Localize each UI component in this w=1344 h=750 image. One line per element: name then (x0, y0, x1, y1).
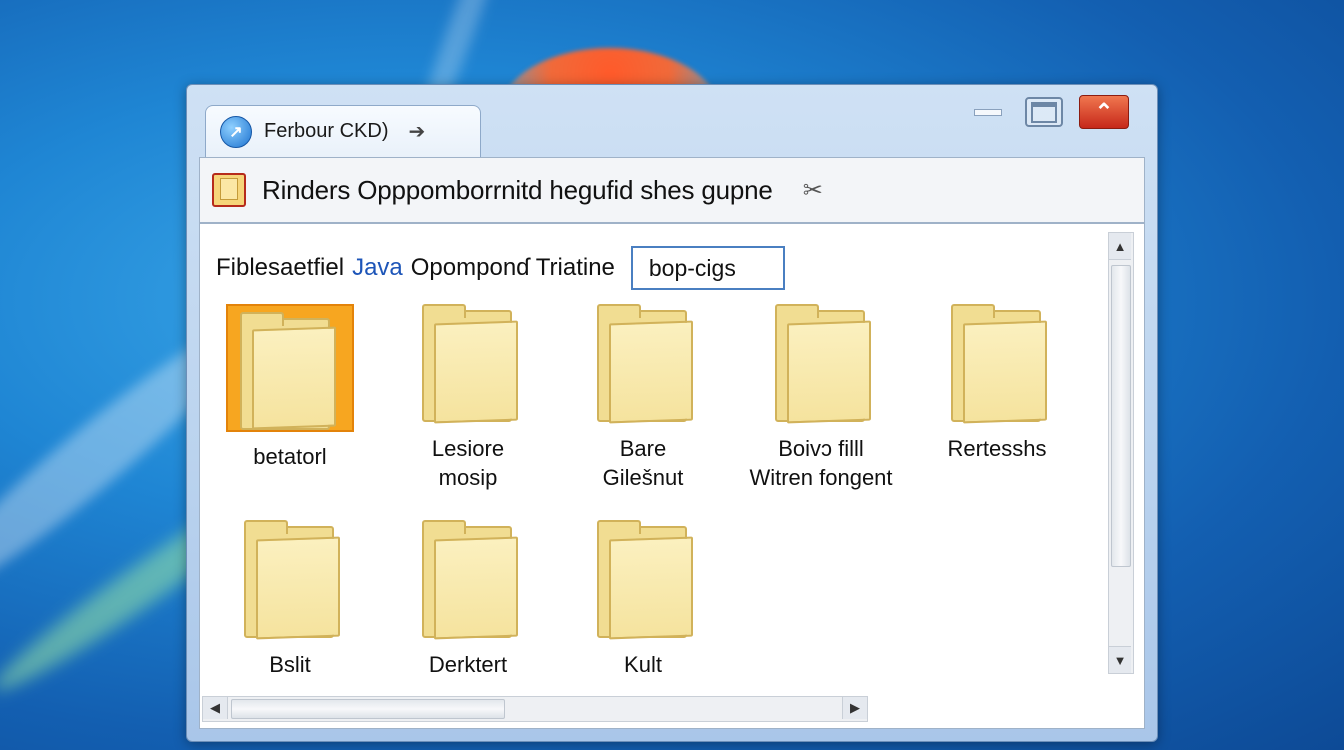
folder-icon-part (775, 304, 819, 318)
scroll-left-button[interactable]: ◀ (203, 697, 228, 719)
window-controls: ⌃ (967, 95, 1129, 129)
path-link[interactable]: Java (352, 254, 403, 282)
vertical-scroll-thumb[interactable] (1111, 265, 1131, 567)
folder-icon-part (244, 520, 288, 534)
path-prefix: Fiblesaetfiel (216, 254, 345, 281)
folder-icon (941, 304, 1053, 424)
folder-icon-part (252, 326, 336, 430)
folder-icon (765, 304, 877, 424)
folder-label-line: mosip (438, 465, 498, 490)
folder-label: betatorl (205, 442, 375, 471)
folder-icon (212, 173, 246, 207)
folder-icon (226, 304, 354, 432)
folder-icon-part (609, 536, 693, 640)
folder-label-line: Witren fongent (749, 465, 893, 490)
folder-item[interactable]: Derktert (383, 520, 553, 679)
horizontal-scroll-thumb[interactable] (231, 699, 505, 719)
folder-icon (587, 304, 699, 424)
folder-item[interactable]: Bare Gilešnut (558, 304, 728, 492)
browser-globe-icon: ↗ (220, 115, 252, 148)
minimize-icon (974, 108, 1002, 116)
folder-content-pane: Fiblesaetfiel Java Opomponɗ Triatine bop… (199, 223, 1145, 729)
folder-icon-part (951, 304, 995, 318)
folder-label-line: Boivɔ filll (778, 436, 864, 461)
folder-label: Derktert (383, 650, 553, 679)
explorer-window: ⌃ ↗ Ferbour CKD) ➔ Rinders Opppomborrnit… (186, 84, 1158, 742)
folder-label-line: Derktert (428, 652, 508, 677)
scroll-down-button[interactable]: ▼ (1109, 646, 1131, 673)
path-suffix: Opomponɗ Triatine (410, 254, 615, 281)
forward-arrow-icon[interactable]: ➔ (408, 119, 425, 144)
folder-icon-part (597, 304, 641, 318)
address-text: Rinders Opppomborrnitd hegufid shes gupn… (262, 174, 773, 205)
folder-icon-part (434, 536, 518, 640)
horizontal-scrollbar[interactable]: ◀ ▶ (202, 696, 868, 722)
tools-icon[interactable]: ✂ (803, 176, 823, 205)
maximize-button[interactable] (1025, 97, 1063, 127)
folder-icon-part (787, 320, 871, 424)
folder-icon (412, 520, 524, 640)
search-input[interactable]: bop-cigs (630, 246, 785, 290)
folder-label-line: Bare (619, 436, 667, 461)
folder-label-line: Rertesshs (947, 436, 1047, 461)
folder-icon-part (434, 320, 518, 424)
folder-label: Boivɔ filll Witren fongent (736, 434, 906, 492)
folder-icon-part (422, 304, 466, 318)
scroll-up-button[interactable]: ▲ (1109, 233, 1131, 260)
path-line: Fiblesaetfiel Java Opomponɗ Triatine bop… (216, 246, 785, 290)
folder-label-line: betatorl (253, 444, 327, 469)
folder-item[interactable]: Lesiore mosip (383, 304, 553, 492)
folder-label: Kult (558, 650, 728, 679)
close-icon: ⌃ (1094, 99, 1114, 124)
folder-icon (234, 520, 346, 640)
folder-item[interactable]: Bslit (205, 520, 375, 679)
folder-label-line: Bslit (269, 652, 311, 677)
folder-label: Lesiore mosip (383, 434, 553, 492)
minimize-button[interactable] (967, 97, 1009, 127)
folder-label-line: Kult (624, 652, 662, 677)
folder-icon-part (609, 320, 693, 424)
address-bar[interactable]: Rinders Opppomborrnitd hegufid shes gupn… (199, 157, 1145, 223)
folder-icon-part (597, 520, 641, 534)
tab-title: Ferbour CKD) (264, 120, 389, 142)
folder-label-line: Gilešnut (602, 465, 684, 490)
maximize-icon (1031, 101, 1057, 123)
folder-label: Rertesshs (912, 434, 1082, 463)
folder-icon (587, 520, 699, 640)
close-button[interactable]: ⌃ (1079, 95, 1129, 129)
folder-icon-part (963, 320, 1047, 424)
folder-label: Bare Gilešnut (558, 434, 728, 492)
folder-item[interactable]: betatorl (205, 304, 375, 471)
folder-icon (412, 304, 524, 424)
folder-icon-part (256, 536, 340, 640)
folder-label-line: Lesiore (431, 436, 505, 461)
folder-label: Bslit (205, 650, 375, 679)
scroll-right-button[interactable]: ▶ (842, 697, 867, 719)
folder-item[interactable]: Boivɔ filll Witren fongent (736, 304, 906, 492)
browser-tab[interactable]: ↗ Ferbour CKD) ➔ (205, 105, 481, 157)
folder-item[interactable]: Kult (558, 520, 728, 679)
folder-icon-part (422, 520, 466, 534)
vertical-scrollbar[interactable]: ▲ ▼ (1108, 232, 1134, 674)
folder-item[interactable]: Rertesshs (912, 304, 1082, 463)
folder-icon-part (240, 312, 284, 326)
